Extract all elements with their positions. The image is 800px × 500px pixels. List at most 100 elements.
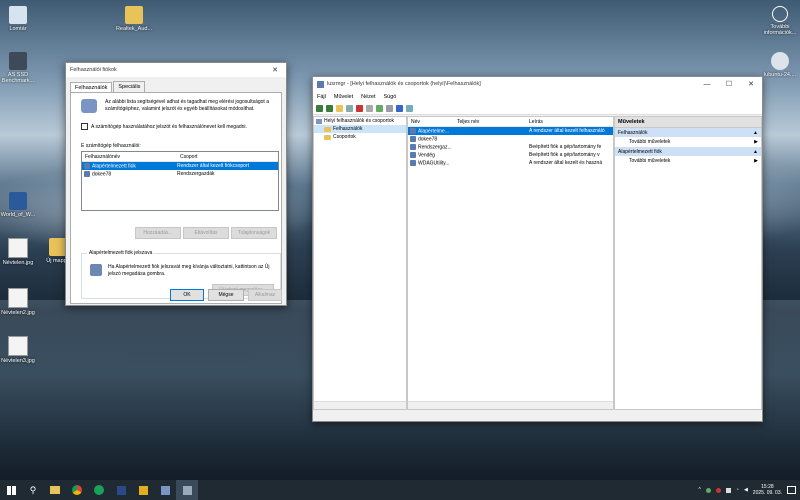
actions-section-default-account[interactable]: Alapértelmezett fiók ▲	[615, 147, 761, 156]
minimize-button[interactable]: —	[696, 77, 718, 91]
more-actions-item[interactable]: További műveletek ▶	[615, 156, 761, 166]
table-row[interactable]: Alapértelme... A rendszer által kezelt f…	[408, 127, 613, 135]
desktop-icon-nevtelen3[interactable]: Névtelen3.jpg	[0, 336, 42, 364]
back-icon[interactable]	[316, 105, 323, 112]
close-button[interactable]: ✕	[740, 77, 762, 91]
tree-horizontal-scrollbar[interactable]	[314, 401, 406, 409]
desktop-icon-label: Lomtár	[9, 26, 27, 32]
close-button[interactable]: ✕	[264, 63, 286, 77]
user-icon	[410, 159, 416, 166]
menu-view[interactable]: Nézet	[361, 94, 375, 100]
chevron-right-icon: ▶	[754, 158, 758, 164]
wow-shortcut-icon	[9, 192, 27, 210]
taskbar-app[interactable]	[132, 480, 154, 500]
user-group: Rendszer által kezelt fiókcsoport	[177, 163, 249, 169]
properties-button[interactable]: Tulajdonságok	[231, 227, 277, 239]
show-action-pane-icon[interactable]	[406, 105, 413, 112]
desktop-icon-info[interactable]: További információk...	[756, 6, 800, 36]
column-name[interactable]: Név	[408, 119, 457, 125]
taskbar-lusrmgr[interactable]	[176, 480, 198, 500]
tray-app-icon[interactable]	[715, 487, 721, 493]
network-icon[interactable]	[705, 487, 711, 493]
app-icon	[116, 485, 126, 495]
column-group[interactable]: Csoport	[180, 154, 278, 160]
delete-icon[interactable]	[356, 105, 363, 112]
taskbar-app[interactable]	[154, 480, 176, 500]
column-description[interactable]: Leírás	[529, 119, 613, 125]
remove-user-button[interactable]: Eltávolítás	[183, 227, 229, 239]
desktop-icon-world-of-warcraft[interactable]: World_of_W...	[0, 192, 42, 218]
up-folder-icon[interactable]	[336, 105, 343, 112]
taskbar: ⚲ ^ ◔ ◀ 15:28 2025. 09. 03.	[0, 480, 800, 500]
dialog-titlebar[interactable]: Felhasználói fiókok ✕	[66, 63, 286, 77]
column-full-name[interactable]: Teljes név	[457, 119, 529, 125]
more-actions-item[interactable]: További műveletek ▶	[615, 137, 761, 147]
collapse-icon: ▲	[753, 148, 758, 155]
tree-root-label: Helyi felhasználók és csoportok	[324, 118, 395, 124]
show-hide-tree-icon[interactable]	[346, 105, 353, 112]
row-name: Vendég	[418, 152, 435, 159]
table-row[interactable]: WDAGUtility... A rendszer által kezelt é…	[408, 159, 613, 167]
tree-item-users[interactable]: Felhasználók	[314, 125, 406, 133]
require-password-checkbox-row[interactable]: A számítógép használatához jelszót és fe…	[81, 123, 247, 130]
mmc-titlebar[interactable]: lusrmgr - [Helyi felhasználók és csoport…	[313, 77, 762, 91]
require-password-checkbox[interactable]	[81, 123, 88, 130]
close-icon: ✕	[272, 67, 278, 74]
tray-app-icon[interactable]	[725, 487, 731, 493]
column-username[interactable]: Felhasználónév	[82, 154, 180, 160]
user-icon	[410, 143, 416, 150]
chevron-up-icon[interactable]: ^	[699, 487, 701, 493]
taskbar-file-explorer[interactable]	[44, 480, 66, 500]
tree-item-groups[interactable]: Csoportok	[314, 133, 406, 141]
search-button[interactable]: ⚲	[22, 480, 44, 500]
ok-button[interactable]: OK	[170, 289, 204, 301]
forward-icon[interactable]	[326, 105, 333, 112]
add-user-button[interactable]: Hozzáadás...	[135, 227, 181, 239]
desktop-icon-lubuntu[interactable]: lubuntu-24....	[756, 52, 800, 78]
result-pane: Név Teljes név Leírás Alapértelme... A r…	[407, 116, 614, 410]
intro-text: Az alábbi lista segítségével adhat és ta…	[105, 99, 269, 112]
taskbar-edge[interactable]	[88, 480, 110, 500]
row-description: Beépített fiók a gép/tartomány fe	[529, 144, 602, 150]
menu-file[interactable]: Fájl	[317, 94, 326, 100]
table-row[interactable]: Alapértelmezett fiók Rendszer által keze…	[82, 162, 278, 170]
help-icon[interactable]	[396, 105, 403, 112]
password-group-text: Ha Alapértelmezett fiók jelszavát meg kí…	[108, 264, 270, 277]
actions-section-users[interactable]: Felhasználók ▲	[615, 128, 761, 137]
table-row[interactable]: dokee78	[408, 135, 613, 143]
user-name: Alapértelmezett fiók	[92, 163, 136, 170]
user-icon	[84, 170, 90, 177]
desktop-icon-nevtelen2[interactable]: Névtelen2.jpg	[0, 288, 42, 316]
refresh-icon[interactable]	[376, 105, 383, 112]
maximize-button[interactable]: ☐	[718, 77, 740, 91]
taskbar-chrome[interactable]	[66, 480, 88, 500]
tree-pane: Helyi felhasználók és csoportok Felhaszn…	[313, 116, 407, 410]
desktop-icon-label: További információk...	[763, 24, 797, 36]
user-name: dokee78	[92, 171, 112, 178]
menu-help[interactable]: Súgó	[384, 94, 397, 100]
taskbar-app[interactable]	[110, 480, 132, 500]
volume-icon[interactable]: ◀	[744, 487, 748, 493]
desktop-icon-recycle-bin[interactable]: Lomtár	[0, 6, 42, 32]
table-row[interactable]: Vendég Beépített fiók a gép/tartomány v	[408, 151, 613, 159]
cancel-button[interactable]: Mégse	[208, 289, 244, 301]
clock[interactable]: 15:28 2025. 09. 03.	[753, 484, 782, 496]
desktop-icon-realtek[interactable]: Realtek_Aud...	[110, 6, 158, 32]
properties-icon[interactable]	[366, 105, 373, 112]
start-button[interactable]	[0, 480, 22, 500]
export-list-icon[interactable]	[386, 105, 393, 112]
users-listview[interactable]: Felhasználónév Csoport Alapértelmezett f…	[81, 151, 279, 211]
wifi-icon[interactable]: ◔	[736, 487, 739, 493]
notification-icon[interactable]	[787, 486, 796, 494]
table-row[interactable]: dokee78 Rendszergazdák	[82, 170, 278, 178]
result-horizontal-scrollbar[interactable]	[408, 401, 613, 409]
tree-root[interactable]: Helyi felhasználók és csoportok	[314, 117, 406, 125]
menu-action[interactable]: Művelet	[334, 94, 353, 100]
users-icon	[81, 99, 97, 113]
dialog-tabs: Felhasználók Speciális	[66, 77, 286, 93]
table-row[interactable]: Rendszergaz... Beépített fiók a gép/tart…	[408, 143, 613, 151]
desktop-icon-as-ssd[interactable]: AS SSD Benchmark...	[0, 52, 42, 84]
tab-advanced[interactable]: Speciális	[113, 81, 146, 92]
lusrmgr-window: lusrmgr - [Helyi felhasználók és csoport…	[312, 76, 763, 422]
apply-button[interactable]: Alkalmaz	[248, 289, 282, 301]
